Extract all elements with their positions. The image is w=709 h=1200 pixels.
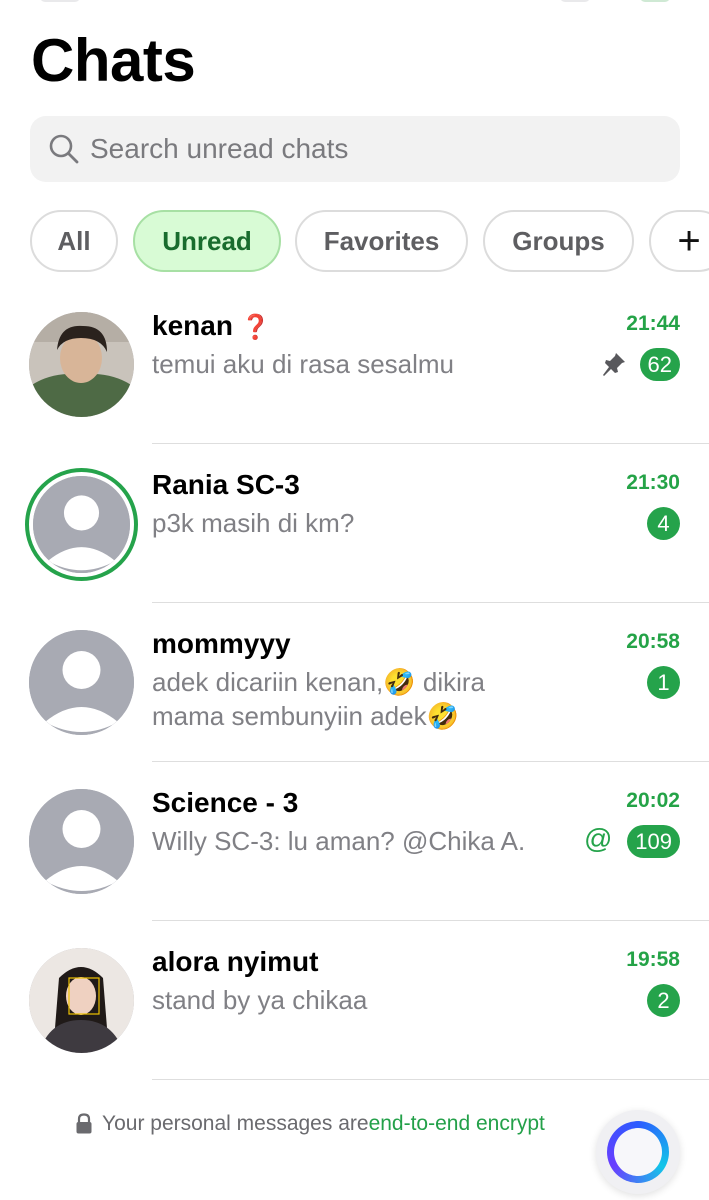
unread-count-badge: 1: [647, 666, 680, 699]
divider: [152, 443, 709, 444]
chat-time: 21:44: [626, 312, 680, 335]
unread-count-badge: 2: [647, 984, 680, 1017]
filter-chip-groups[interactable]: Groups: [483, 210, 634, 272]
filter-chip-favorites[interactable]: Favorites: [295, 210, 468, 272]
divider: [152, 602, 709, 603]
default-avatar-icon: [29, 630, 134, 735]
search-bar[interactable]: Search unread chats: [30, 116, 680, 182]
filter-chip-unread[interactable]: Unread: [133, 210, 281, 272]
avatar[interactable]: [29, 948, 134, 1053]
avatar[interactable]: [29, 312, 134, 417]
encryption-text: Your personal messages are: [102, 1112, 369, 1135]
question-mark-emoji: ❓: [240, 314, 271, 341]
chat-preview: adek dicariin kenan,🤣 dikira mama sembun…: [152, 667, 485, 731]
avatar[interactable]: [29, 789, 134, 894]
avatar-with-status-ring[interactable]: [25, 468, 138, 581]
search-icon: [49, 134, 79, 164]
unread-count-badge: 109: [627, 825, 680, 858]
chat-preview: temui aku di rasa sesalmu: [152, 349, 455, 379]
mention-icon: @: [584, 823, 613, 854]
filter-chip-all[interactable]: All: [30, 210, 118, 272]
unread-count-badge: 62: [639, 348, 680, 381]
avatar[interactable]: [29, 630, 134, 735]
chat-preview: Willy SC-3: lu aman? @Chika A.: [152, 826, 526, 856]
contact-photo: [29, 312, 134, 417]
chat-row-kenan[interactable]: kenan ❓ temui aku di rasa sesalmu 21:44 …: [0, 300, 709, 459]
divider: [152, 1079, 709, 1080]
chat-time: 19:58: [626, 948, 680, 971]
chat-name: alora nyimut: [152, 946, 319, 977]
pin-icon: [603, 353, 625, 376]
chat-name: mommyyy: [152, 628, 291, 659]
chat-time: 21:30: [626, 471, 680, 494]
unread-count-badge: 4: [647, 507, 680, 540]
chat-name: kenan ❓: [152, 310, 271, 341]
default-avatar-icon: [29, 789, 134, 894]
encryption-notice: Your personal messages are end-to-end en…: [75, 1112, 545, 1136]
chat-row-rania[interactable]: Rania SC-3 p3k masih di km? 21:30 4: [0, 459, 709, 618]
filter-chips: All Unread Favorites Groups +: [30, 210, 709, 272]
divider: [152, 920, 709, 921]
chat-row-alora-nyimut[interactable]: alora nyimut stand by ya chikaa 19:58 2: [0, 936, 709, 1095]
encryption-link[interactable]: end-to-end encrypt: [369, 1112, 545, 1136]
chat-name: Rania SC-3: [152, 469, 300, 500]
lock-icon: [76, 1113, 92, 1134]
meta-ai-button[interactable]: [596, 1110, 680, 1194]
chat-row-mommyyy[interactable]: mommyyy adek dicariin kenan,🤣 dikira mam…: [0, 618, 709, 777]
chat-name: Science - 3: [152, 787, 299, 818]
search-input[interactable]: Search unread chats: [90, 133, 348, 165]
chat-time: 20:02: [626, 789, 680, 812]
meta-ai-icon: [607, 1121, 669, 1183]
plus-icon: +: [677, 219, 701, 263]
chat-preview: stand by ya chikaa: [152, 985, 368, 1015]
divider: [152, 761, 709, 762]
page-title: Chats: [31, 27, 196, 94]
add-filter-button[interactable]: +: [649, 210, 709, 272]
default-avatar-icon: [33, 476, 130, 573]
status-bar-remnant: [0, 0, 709, 6]
chat-preview: p3k masih di km?: [152, 508, 355, 538]
chat-time: 20:58: [626, 630, 680, 653]
chat-row-science-3[interactable]: Science - 3 Willy SC-3: lu aman? @Chika …: [0, 777, 709, 936]
contact-photo: [29, 948, 134, 1053]
